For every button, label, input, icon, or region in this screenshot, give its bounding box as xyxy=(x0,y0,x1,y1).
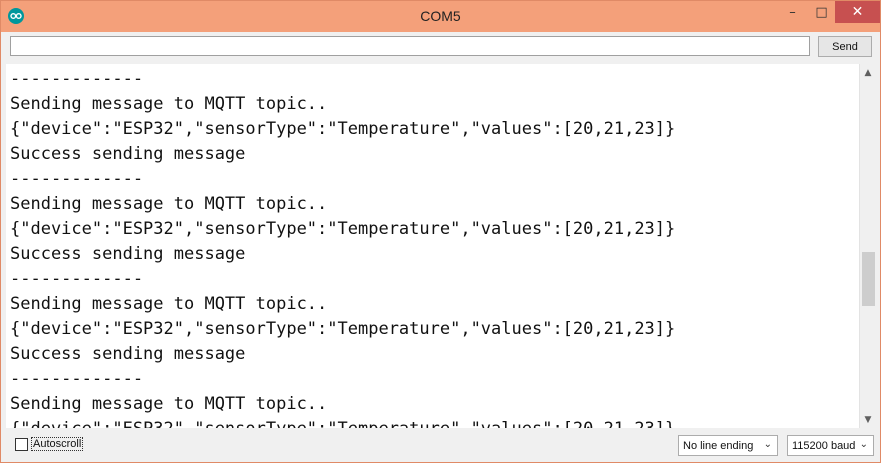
vertical-scrollbar[interactable]: ▲ ▼ xyxy=(859,64,876,428)
autoscroll-checkbox[interactable] xyxy=(15,437,28,451)
scroll-down-button[interactable]: ▼ xyxy=(860,411,876,428)
output-line: ------------- xyxy=(10,69,144,89)
scrollbar-thumb[interactable] xyxy=(862,252,875,306)
chevron-down-icon: ⌄ xyxy=(859,439,868,450)
title-bar[interactable]: COM5 – □ ✕ xyxy=(1,1,880,32)
send-bar: Send xyxy=(1,32,880,64)
output-line: ------------- xyxy=(10,369,144,389)
output-line: Success sending message xyxy=(10,244,246,264)
line-ending-select[interactable]: No line ending ⌄ xyxy=(678,435,778,456)
output-lines: ------------- Sending message to MQTT top… xyxy=(10,67,675,428)
close-button[interactable]: ✕ xyxy=(835,1,880,23)
output-line: Sending message to MQTT topic.. xyxy=(10,94,328,114)
output-line: {"device":"ESP32","sensorType":"Temperat… xyxy=(10,417,675,428)
serial-input[interactable] xyxy=(10,36,810,56)
minimize-button[interactable]: – xyxy=(778,1,807,23)
output-line: Sending message to MQTT topic.. xyxy=(10,194,328,214)
output-line: Sending message to MQTT topic.. xyxy=(10,394,328,414)
output-line: Sending message to MQTT topic.. xyxy=(10,294,328,314)
serial-monitor-window: COM5 – □ ✕ Send ------------- Sending mes… xyxy=(0,0,881,463)
output-line: Success sending message xyxy=(10,144,246,164)
status-bar: Autoscroll No line ending ⌄ 115200 baud … xyxy=(1,429,880,462)
close-icon: ✕ xyxy=(851,4,864,20)
output-line: ------------- xyxy=(10,169,144,189)
baud-rate-select[interactable]: 115200 baud ⌄ xyxy=(787,435,874,456)
output-line: Success sending message xyxy=(10,344,246,364)
maximize-button[interactable]: □ xyxy=(807,1,836,23)
scroll-up-button[interactable]: ▲ xyxy=(860,64,876,81)
line-ending-value: No line ending xyxy=(683,439,754,452)
output-line: {"device":"ESP32","sensorType":"Temperat… xyxy=(10,219,676,239)
output-line: ------------- xyxy=(10,269,144,289)
chevron-down-icon: ⌄ xyxy=(763,439,772,450)
baud-rate-value: 115200 baud xyxy=(792,439,856,452)
maximize-icon: □ xyxy=(815,4,828,20)
window-title: COM5 xyxy=(420,8,461,24)
arrow-down-icon: ▼ xyxy=(864,414,872,425)
serial-output[interactable]: ------------- Sending message to MQTT top… xyxy=(6,64,859,428)
send-button[interactable]: Send xyxy=(818,36,872,57)
output-line: {"device":"ESP32","sensorType":"Temperat… xyxy=(10,319,676,339)
autoscroll-toggle[interactable]: Autoscroll xyxy=(15,437,84,451)
autoscroll-label: Autoscroll xyxy=(31,437,84,451)
output-line: {"device":"ESP32","sensorType":"Temperat… xyxy=(10,119,676,139)
minimize-icon: – xyxy=(789,4,796,20)
arrow-up-icon: ▲ xyxy=(864,67,872,78)
